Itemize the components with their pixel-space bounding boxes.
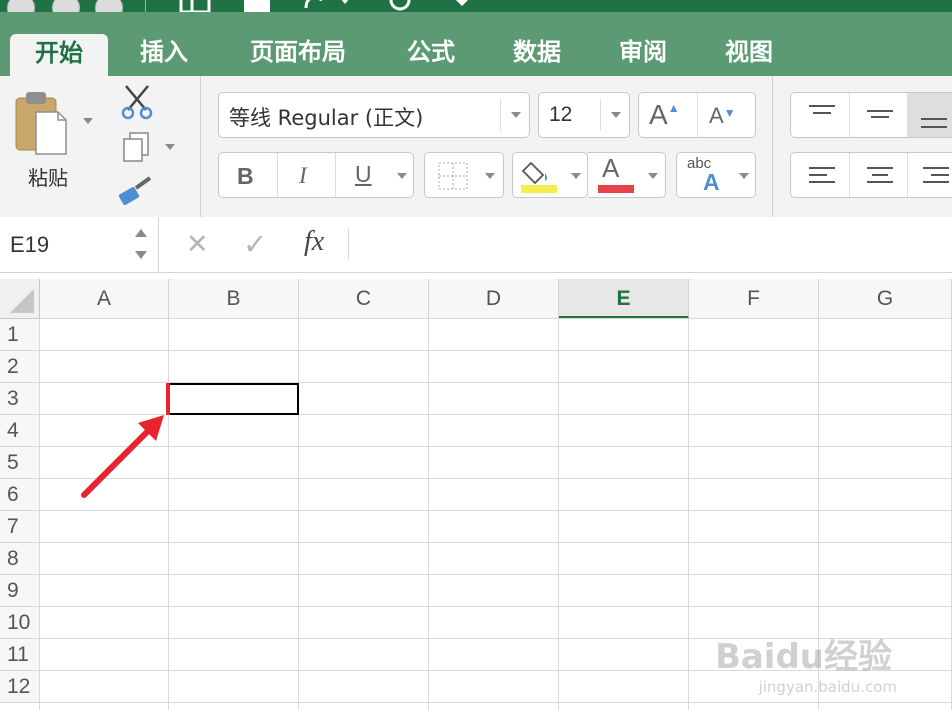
button-divider <box>277 153 278 197</box>
formula-bar-divider <box>158 217 159 272</box>
paste-label[interactable]: 粘贴 <box>28 162 68 191</box>
phonetic-chevron-down-icon[interactable] <box>739 173 749 179</box>
confirm-entry-icon[interactable]: ✓ <box>243 227 267 262</box>
font-color-chevron-down-icon[interactable] <box>648 173 658 179</box>
font-size-chevron-down-icon[interactable] <box>611 112 621 118</box>
decrease-font-size-glyph: A <box>709 103 724 128</box>
tab-insert[interactable]: 插入 <box>124 36 204 76</box>
underline-button[interactable]: U <box>355 161 372 188</box>
paste-icon[interactable] <box>14 90 70 156</box>
worksheet-grid: ABCDEFG 1 2 3 4 5 6 7 8 9 10 11 12 Baidu经验 jingyan.… <box>0 279 952 710</box>
red-arrow-annotation <box>81 415 164 498</box>
align-top-icon[interactable] <box>807 103 837 125</box>
tab-review[interactable]: 审阅 <box>606 36 680 76</box>
font-size-adjust-group: A▲ A▼ <box>638 92 756 138</box>
button-divider <box>697 93 698 137</box>
formula-bar: E19 ✕ ✓ fx <box>0 217 952 273</box>
combobox-divider <box>500 99 501 131</box>
selected-cell-b3[interactable] <box>168 383 299 415</box>
borders-chevron-down-icon[interactable] <box>485 173 495 179</box>
paint-bucket-icon <box>521 161 557 193</box>
group-divider <box>772 76 773 217</box>
button-divider <box>907 153 908 197</box>
underline-chevron-down-icon[interactable] <box>397 173 407 179</box>
borders-icon <box>438 162 468 190</box>
fill-color-button[interactable] <box>512 152 588 198</box>
increase-font-size-button[interactable]: A▲ <box>649 99 680 131</box>
font-name-chevron-down-icon[interactable] <box>511 112 521 118</box>
button-divider <box>849 153 850 197</box>
font-name-combobox[interactable]: 等线 Regular (正文) <box>218 92 530 138</box>
button-divider <box>849 93 850 137</box>
phonetic-guide-button[interactable]: abc A <box>676 152 756 198</box>
ribbon-home: 粘贴 等线 Regular (正文) 12 A▲ A▼ B I U A abc … <box>0 76 952 218</box>
font-color-swatch <box>598 185 634 193</box>
name-box-stepper-icon[interactable] <box>133 225 149 263</box>
watermark-brand: Baidu经验 <box>714 637 892 677</box>
text-style-group: B I U <box>218 152 414 198</box>
name-box[interactable]: E19 <box>0 217 158 272</box>
align-left-icon[interactable] <box>807 165 837 187</box>
phonetic-a-glyph: A <box>703 169 720 195</box>
name-box-value: E19 <box>10 232 50 257</box>
align-middle-icon[interactable] <box>865 103 895 125</box>
copy-options-chevron-down-icon[interactable] <box>165 144 175 150</box>
align-center-icon[interactable] <box>865 165 895 187</box>
tab-home[interactable]: 开始 <box>10 34 108 78</box>
triangle-up-icon: ▲ <box>667 101 680 115</box>
tab-page-layout[interactable]: 页面布局 <box>236 36 360 76</box>
tab-data[interactable]: 数据 <box>500 36 574 76</box>
font-name-value: 等线 Regular (正文) <box>229 106 424 130</box>
align-bottom-icon <box>921 118 947 128</box>
fill-color-chevron-down-icon[interactable] <box>571 173 581 179</box>
align-right-icon[interactable] <box>921 165 951 187</box>
bold-button[interactable]: B <box>237 163 254 190</box>
italic-button[interactable]: I <box>299 163 307 189</box>
borders-button[interactable] <box>424 152 504 198</box>
formula-input-divider <box>348 229 349 259</box>
font-color-glyph: A <box>602 153 620 183</box>
increase-font-size-glyph: A <box>649 99 668 130</box>
font-size-value: 12 <box>549 103 573 126</box>
align-bottom-button[interactable] <box>907 93 952 137</box>
tab-formulas[interactable]: 公式 <box>394 36 468 76</box>
triangle-down-icon: ▼ <box>723 106 736 120</box>
horizontal-align-group <box>790 152 952 198</box>
button-divider <box>335 153 336 197</box>
cut-scissors-icon[interactable] <box>120 84 154 120</box>
group-divider <box>200 76 201 217</box>
watermark-url: jingyan.baidu.com <box>758 678 897 696</box>
cancel-entry-icon[interactable]: ✕ <box>186 229 209 260</box>
combobox-divider <box>600 99 601 131</box>
customize-toolbar-icon[interactable] <box>448 0 476 12</box>
vertical-align-group <box>790 92 952 138</box>
decrease-font-size-button[interactable]: A▼ <box>709 103 736 129</box>
paste-options-chevron-down-icon[interactable] <box>83 118 93 124</box>
font-color-button[interactable]: A <box>588 152 666 198</box>
tab-view[interactable]: 视图 <box>712 36 786 76</box>
font-size-combobox[interactable]: 12 <box>538 92 630 138</box>
copy-icon[interactable] <box>120 131 154 165</box>
insert-function-button[interactable]: fx <box>304 226 324 258</box>
ribbon-tabs: 开始 插入 页面布局 公式 数据 审阅 视图 <box>0 26 952 78</box>
format-painter-icon[interactable] <box>118 176 156 208</box>
